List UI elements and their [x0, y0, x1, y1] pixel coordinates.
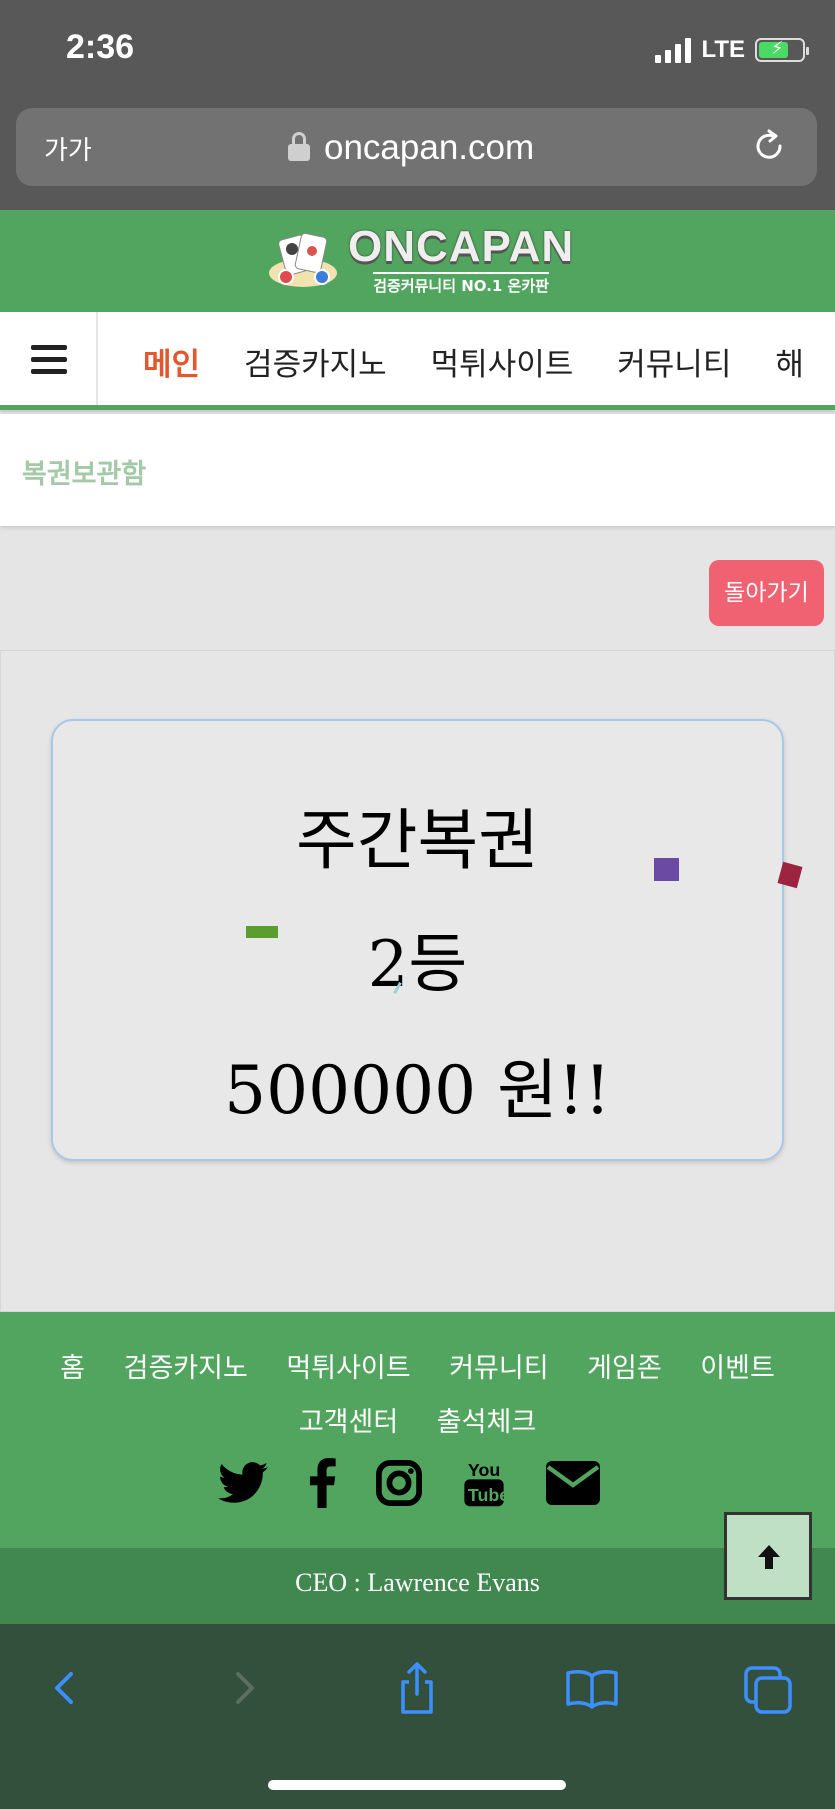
text-size-button[interactable]: 가가	[44, 130, 92, 167]
site-header: ONCAPAN 검증커뮤니티 NO.1 온카판	[0, 210, 835, 312]
back-button[interactable]: 돌아가기	[709, 560, 824, 626]
youtube-icon[interactable]: You Tube	[462, 1458, 506, 1508]
logo-text: ONCAPAN	[348, 222, 575, 271]
logo-subtitle: 검증커뮤니티 NO.1 온카판	[373, 272, 549, 296]
hamburger-icon	[31, 345, 67, 374]
footer-link-events[interactable]: 이벤트	[700, 1353, 775, 1384]
lock-icon	[288, 132, 310, 162]
menu-button[interactable]	[0, 312, 98, 405]
footer-link-attendance[interactable]: 출석체크	[437, 1407, 536, 1438]
status-time: 2:36	[66, 28, 135, 66]
signal-icon	[655, 37, 692, 63]
svg-text:You: You	[468, 1460, 500, 1480]
confetti-piece	[654, 858, 679, 881]
logo-cards-icon	[269, 232, 337, 287]
url-text[interactable]: oncapan.com	[324, 128, 534, 168]
arrow-up-icon	[758, 1545, 780, 1569]
browser-toolbar	[0, 1624, 835, 1809]
address-bar[interactable]: 가가 oncapan.com	[16, 108, 817, 186]
site-logo[interactable]: ONCAPAN 검증커뮤니티 NO.1 온카판	[268, 224, 574, 296]
footer-link-scam-sites[interactable]: 먹튀사이트	[286, 1353, 410, 1384]
status-indicators: LTE ⚡	[655, 36, 809, 64]
back-icon[interactable]	[35, 1658, 95, 1718]
facebook-icon[interactable]	[308, 1458, 336, 1508]
nav-item-verified-casino[interactable]: 검증카지노	[222, 339, 409, 384]
ceo-text: CEO : Lawrence Evans	[295, 1568, 540, 1597]
scroll-top-button[interactable]	[724, 1512, 812, 1600]
main-nav: 메인 검증카지노 먹튀사이트 커뮤니티 해	[0, 312, 835, 410]
social-links: You Tube	[218, 1458, 600, 1508]
page-header: 복권보관함	[0, 414, 835, 526]
browser-top-bar: 2:36 LTE ⚡ 가가 oncapan.com	[0, 0, 835, 210]
footer-link-support[interactable]: 고객센터	[299, 1407, 398, 1438]
bookmarks-icon[interactable]	[562, 1658, 622, 1718]
nav-item-community[interactable]: 커뮤니티	[595, 339, 753, 384]
footer-link-community[interactable]: 커뮤니티	[449, 1353, 548, 1384]
site-footer: 홈 검증카지노 먹튀사이트 커뮤니티 게임존 이벤트 고객센터 출석체크 You…	[0, 1312, 835, 1548]
tabs-icon[interactable]	[738, 1658, 798, 1718]
nav-item-main[interactable]: 메인	[98, 339, 222, 384]
page-title: 복권보관함	[22, 459, 147, 490]
footer-link-home[interactable]: 홈	[60, 1353, 85, 1384]
prize-rank: 2등	[367, 928, 468, 1002]
nav-item-scam-sites[interactable]: 먹튀사이트	[409, 339, 596, 384]
confetti-piece	[246, 926, 278, 938]
battery-icon: ⚡	[755, 38, 809, 62]
instagram-icon[interactable]	[376, 1458, 422, 1508]
footer-link-verified-casino[interactable]: 검증카지노	[124, 1353, 248, 1384]
share-icon[interactable]	[387, 1658, 447, 1718]
network-label: LTE	[701, 36, 745, 63]
nav-item-more[interactable]: 해	[753, 339, 826, 384]
twitter-icon[interactable]	[218, 1458, 268, 1508]
home-indicator	[268, 1780, 566, 1790]
footer-link-game-zone[interactable]: 게임존	[587, 1353, 662, 1384]
prize-card: 주간복권 2등 500000 원!!	[51, 719, 784, 1161]
footer-bottom: CEO : Lawrence Evans	[0, 1548, 835, 1624]
prize-amount: 500000 원!!	[224, 1052, 611, 1129]
forward-icon	[236, 1672, 254, 1704]
reload-icon[interactable]	[751, 128, 787, 164]
email-icon[interactable]	[546, 1458, 600, 1508]
svg-text:Tube: Tube	[468, 1485, 506, 1505]
